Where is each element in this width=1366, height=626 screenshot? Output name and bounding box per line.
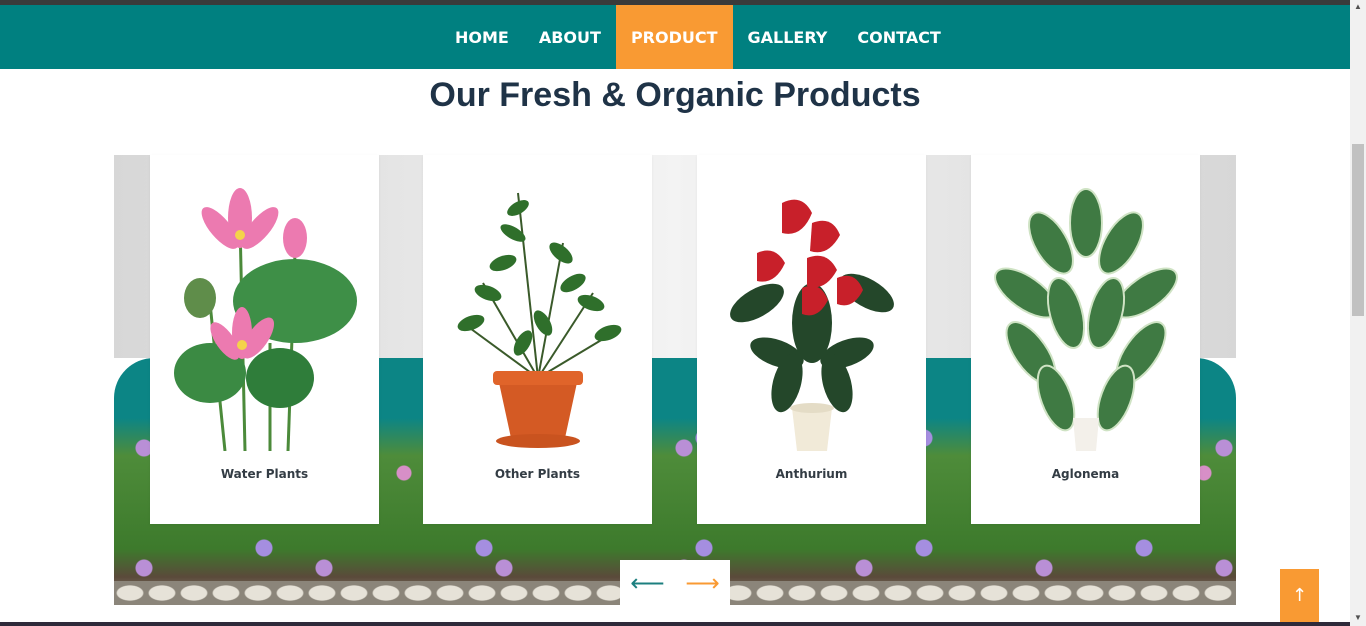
product-card-other-plants[interactable]: Other Plants xyxy=(423,155,652,524)
arrow-up-icon: ↑ xyxy=(1291,585,1308,606)
nav-product[interactable]: PRODUCT xyxy=(615,5,733,69)
nav-contact[interactable]: CONTACT xyxy=(842,5,955,69)
nav-gallery[interactable]: GALLERY xyxy=(733,5,843,69)
nav-home[interactable]: HOME xyxy=(440,5,524,69)
product-name: Water Plants xyxy=(220,467,309,481)
scroll-down-icon[interactable]: ▼ xyxy=(1354,613,1362,622)
lotus-plant-image xyxy=(170,183,359,452)
nav-about[interactable]: ABOUT xyxy=(524,5,616,69)
aglonema-plant-image xyxy=(991,183,1180,451)
product-name: Aglonema xyxy=(1051,467,1120,481)
product-card-anthurium[interactable]: Anthurium xyxy=(697,155,926,524)
main-navbar: HOME ABOUT PRODUCT GALLERY CONTACT xyxy=(0,5,1350,69)
section-heading: Our Fresh & Organic Products xyxy=(429,76,921,114)
product-card-aglonema[interactable]: Aglonema xyxy=(971,155,1200,524)
slider-controls: ⟵ ⟶ xyxy=(620,560,730,606)
product-name: Other Plants xyxy=(494,467,581,481)
back-to-top-button[interactable]: ↑ xyxy=(1280,569,1319,622)
potted-zz-plant-image xyxy=(443,183,632,451)
scroll-up-icon[interactable]: ▲ xyxy=(1354,2,1362,11)
product-name: Anthurium xyxy=(775,467,848,481)
arrow-left-icon[interactable]: ⟵ xyxy=(630,571,664,595)
scrollbar-thumb[interactable] xyxy=(1352,144,1364,316)
product-card-water-plants[interactable]: Water Plants xyxy=(150,155,379,524)
product-slider: Water Plants Other Plants Anthurium Aglo… xyxy=(114,155,1236,605)
bottom-border xyxy=(0,622,1350,626)
nav-links: HOME ABOUT PRODUCT GALLERY CONTACT xyxy=(440,5,956,69)
page-scrollbar[interactable]: ▲ ▼ xyxy=(1350,0,1366,626)
anthurium-plant-image xyxy=(717,183,906,451)
arrow-right-icon[interactable]: ⟶ xyxy=(685,571,719,595)
